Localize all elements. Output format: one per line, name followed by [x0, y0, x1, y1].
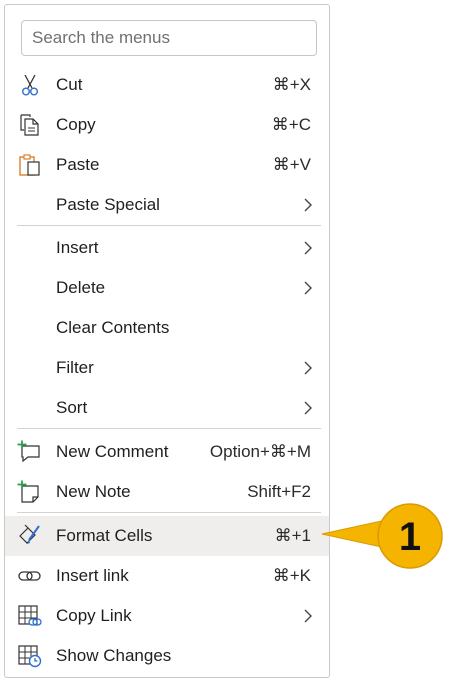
chevron-right-icon: [303, 360, 313, 376]
menu-item-filter[interactable]: Filter: [5, 348, 329, 388]
shortcut-label: ⌘+C: [271, 115, 311, 134]
menu-item-label: Copy: [56, 115, 96, 134]
shortcut-label: Shift+F2: [247, 482, 311, 501]
menu-item-label: Insert: [56, 238, 99, 257]
menu-divider: [17, 512, 321, 513]
search-menus-input[interactable]: [21, 20, 317, 56]
menu-item-label: Filter: [56, 358, 94, 377]
menu-item-delete[interactable]: Delete: [5, 268, 329, 308]
shortcut-label: ⌘+X: [272, 75, 311, 94]
new-note-icon: [17, 480, 43, 504]
menu-item-label: Format Cells: [56, 526, 153, 545]
menu-item-paste-special[interactable]: Paste Special: [5, 185, 329, 225]
format-cells-icon: [17, 524, 43, 548]
copy-link-icon: [17, 604, 43, 628]
menu-item-label: Paste Special: [56, 195, 160, 214]
chevron-right-icon: [303, 280, 313, 296]
context-menu: Cut ⌘+X Copy ⌘+C: [4, 4, 330, 678]
menu-item-clear-contents[interactable]: Clear Contents: [5, 308, 329, 348]
chevron-right-icon: [303, 608, 313, 624]
menu-item-copy-link[interactable]: Copy Link: [5, 596, 329, 636]
menu-item-new-note[interactable]: New Note Shift+F2: [5, 472, 329, 512]
menu-item-sort[interactable]: Sort: [5, 388, 329, 428]
menu-item-paste[interactable]: Paste ⌘+V: [5, 145, 329, 185]
menu-item-label: Delete: [56, 278, 106, 297]
copy-icon: [17, 113, 43, 137]
menu-divider: [17, 428, 321, 429]
chevron-right-icon: [303, 197, 313, 213]
menu-item-copy[interactable]: Copy ⌘+C: [5, 105, 329, 145]
menu-item-show-changes[interactable]: Show Changes: [5, 636, 329, 676]
shortcut-label: ⌘+K: [272, 566, 311, 585]
chevron-right-icon: [303, 240, 313, 256]
screenshot-stage: Cut ⌘+X Copy ⌘+C: [0, 0, 462, 683]
menu-item-label: Paste: [56, 155, 100, 174]
callout-badge: 1: [321, 503, 443, 569]
menu-item-label: Copy Link: [56, 606, 132, 625]
menu-item-insert[interactable]: Insert: [5, 228, 329, 268]
menu-item-new-comment[interactable]: New Comment Option+⌘+M: [5, 432, 329, 472]
menu-item-label: Insert link: [56, 566, 129, 585]
show-changes-icon: [17, 644, 43, 668]
chevron-right-icon: [303, 400, 313, 416]
scissors-icon: [17, 73, 43, 97]
shortcut-label: Option+⌘+M: [209, 442, 311, 461]
menu-item-label: New Note: [56, 482, 131, 501]
menu-item-label: Show Changes: [56, 646, 172, 665]
menu-item-label: Cut: [56, 75, 83, 94]
new-comment-icon: [17, 440, 43, 464]
shortcut-label: ⌘+V: [272, 155, 311, 174]
menu-item-label: Clear Contents: [56, 318, 170, 337]
menu-item-insert-link[interactable]: Insert link ⌘+K: [5, 556, 329, 596]
paste-icon: [17, 153, 43, 177]
menu-divider: [17, 225, 321, 226]
shortcut-label: ⌘+1: [274, 526, 311, 545]
menu-item-format-cells[interactable]: Format Cells ⌘+1: [5, 516, 329, 556]
menu-item-label: Sort: [56, 398, 88, 417]
link-icon: [17, 564, 43, 588]
menu-item-cut[interactable]: Cut ⌘+X: [5, 65, 329, 105]
menu-item-label: New Comment: [56, 442, 169, 461]
callout-number: 1: [399, 515, 421, 559]
